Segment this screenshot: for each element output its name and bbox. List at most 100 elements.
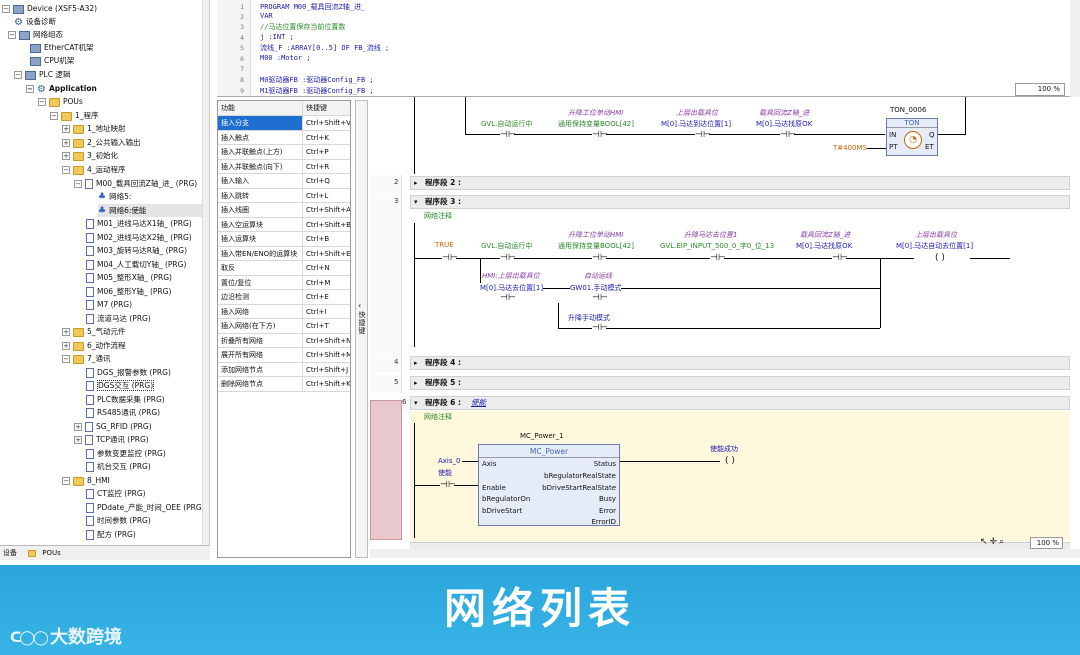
tab-pous[interactable]: POUs [25,549,61,557]
shortcut-row[interactable]: 删除网络节点 Ctrl+Shift+K [218,377,350,392]
tree-scrollbar[interactable] [202,0,209,545]
tree-item[interactable]: DGS_报警参数 (PRG) [86,366,171,379]
tree-item[interactable]: − M00_载具回流Z轴_进_ (PRG) [74,177,197,190]
tree-item[interactable]: PDdate_产能_时间_OEE (PRG) [86,501,205,514]
shortcut-row[interactable]: 插入跳转 Ctrl+L [218,188,350,203]
shortcut-row[interactable]: 插入触点 Ctrl+K [218,130,350,145]
contact[interactable]: ⊣⊢ [780,130,796,140]
tree-item[interactable]: DGS交互 (PRG) [86,379,155,392]
shortcut-row[interactable]: 插入运算块 Ctrl+B [218,232,350,247]
tree-device[interactable]: − Device (XSF5-A32) [2,2,97,15]
collapse-icon[interactable]: ▾ [414,397,418,409]
collapse-icon[interactable]: − [2,5,10,13]
zoom-icon[interactable]: ⌕ [999,537,1006,547]
tree-item[interactable]: M03_旋转马达R轴_ (PRG) [86,244,187,257]
tree-item[interactable]: +6_动作流程 [62,339,126,352]
declaration-editor[interactable]: 1 2 3 4 5 6 7 8 9 PROGRAM M00_载具回流Z轴_进_ … [217,0,1080,97]
tree-item[interactable]: 参数变更监控 (PRG) [86,447,166,460]
expand-icon[interactable]: + [62,328,70,336]
tree-item-selected[interactable]: ♣ 网络6:使能 [98,204,202,217]
tree-item[interactable]: PLC数据采集 (PRG) [86,393,165,406]
tree-item[interactable]: +1_地址映射 [62,122,126,135]
move-icon[interactable]: ✛ [990,537,1000,547]
tree-item[interactable]: − PLC 逻辑 [14,68,70,81]
tree-item[interactable]: +5_气动元件 [62,325,126,338]
shortcut-row[interactable]: 插入带EN/ENO的运算块 Ctrl+Shift+E [218,246,350,261]
collapse-icon[interactable]: − [50,112,58,120]
tree-item[interactable]: RS485通讯 (PRG) [86,406,160,419]
shortcut-row[interactable]: 插入分支 Ctrl+Shift+V [218,116,350,131]
contact[interactable]: ⊣⊢ [592,253,608,263]
contact[interactable]: ⊣⊢ [592,293,608,303]
contact[interactable]: ⊣⊢ [592,130,608,140]
contact[interactable]: ⊣⊢ [695,130,711,140]
collapse-icon[interactable]: − [38,98,46,106]
tree-item[interactable]: 配方 (PRG) [86,528,136,541]
shortcut-row[interactable]: 取反 Ctrl+N [218,261,350,276]
shortcut-row[interactable]: 边沿检测 Ctrl+E [218,290,350,305]
tree-item[interactable]: +2_公共输入输出 [62,136,141,149]
tree-item[interactable]: CPU机架 [30,54,74,67]
shortcut-sidebar-toggle[interactable]: ‹ 快捷键 [355,100,368,558]
shortcut-row[interactable]: 插入网络 Ctrl+I [218,304,350,319]
collapse-icon[interactable]: − [8,31,16,39]
tree-item[interactable]: M7 (PRG) [86,298,132,311]
ladder-hscrollbar[interactable] [370,549,1080,558]
contact[interactable]: ⊣⊢ [832,253,848,263]
collapse-icon[interactable]: − [14,71,22,79]
tree-item[interactable]: ⚙ 设备诊断 [14,15,56,28]
contact[interactable]: ⊣⊢ [500,253,516,263]
coil[interactable]: ( ) [720,456,740,466]
tab-devices[interactable]: 设备 [3,549,17,557]
contact[interactable]: ⊣⊢ [592,323,608,333]
tree-item[interactable]: + SG_RFID (PRG) [74,420,152,433]
shortcut-row[interactable]: 插入并联触点(上方) Ctrl+P [218,145,350,160]
shortcut-row[interactable]: 置位/复位 Ctrl+M [218,275,350,290]
pointer-icon[interactable]: ↖ [980,537,990,547]
expand-icon[interactable]: + [74,423,82,431]
segment-header[interactable]: ▾ 程序段 6 : 使能 [410,396,1070,410]
ton-block[interactable]: TON IN PT Q ET ◔ [886,118,938,156]
shortcut-row[interactable]: 插入线圈 Ctrl+Shift+A [218,203,350,218]
zoom-select[interactable]: 100 % [1015,83,1065,96]
expand-icon[interactable]: ▸ [414,177,418,189]
shortcut-row[interactable]: 插入输入 Ctrl+Q [218,174,350,189]
expand-icon[interactable]: + [62,342,70,350]
segment-header[interactable]: ▸ 程序段 2 : [410,176,1070,190]
collapse-icon[interactable]: − [74,180,82,188]
collapse-icon[interactable]: ▾ [414,196,418,208]
tree-item[interactable]: −1_程序 [50,109,99,122]
segment-header[interactable]: ▾ 程序段 3 : [410,195,1070,209]
expand-icon[interactable]: + [62,125,70,133]
coil[interactable]: ( ) [930,253,950,263]
ladder-zoom-select[interactable]: 100 % [1030,537,1063,549]
collapse-icon[interactable]: − [62,166,70,174]
tree-item[interactable]: 机台交互 (PRG) [86,460,151,473]
tree-item[interactable]: +3_初始化 [62,149,118,162]
collapse-icon[interactable]: − [62,355,70,363]
contact[interactable]: ⊣⊢ [440,480,456,490]
ladder-editor[interactable]: GVL.自动运行中 ⊣⊢ 升降工位单动HMI 通用保持变量BOOL[42] ⊣⊢… [370,97,1080,549]
tree-item[interactable]: −8_HMI [62,474,110,487]
segment-header[interactable]: ▸ 程序段 5 : [410,376,1070,390]
editor-scrollbar[interactable] [1070,0,1080,97]
contact[interactable]: ⊣⊢ [710,253,726,263]
tree-item[interactable]: − POUs [38,95,83,108]
tree-item[interactable]: CT监控 (PRG) [86,487,146,500]
shortcut-row[interactable]: 添加网络节点 Ctrl+Shift+J [218,362,350,377]
shortcut-row[interactable]: 折叠所有网络 Ctrl+Shift+N [218,333,350,348]
tree-item[interactable]: − ⚙ Application [26,82,97,95]
mc-power-block[interactable]: MC_Power Axis Enable bRegulatorOn bDrive… [478,444,620,526]
tree-item[interactable]: ♣ 网络5: [98,190,131,203]
expand-icon[interactable]: + [74,436,82,444]
expand-icon[interactable]: + [62,139,70,147]
contact[interactable]: ⊣⊢ [500,130,516,140]
contact[interactable]: ⊣⊢ [442,253,458,263]
expand-icon[interactable]: ▸ [414,377,418,389]
tree-item[interactable]: 流道马达 (PRG) [86,312,151,325]
contact[interactable]: ⊣⊢ [500,293,516,303]
tree-item[interactable]: M06_整形Y轴_ (PRG) [86,285,171,298]
tree-item[interactable]: M01_进线马达X1轴_ (PRG) [86,217,192,230]
tree-item[interactable]: −4_运动程序 [62,163,126,176]
collapse-icon[interactable]: − [62,477,70,485]
